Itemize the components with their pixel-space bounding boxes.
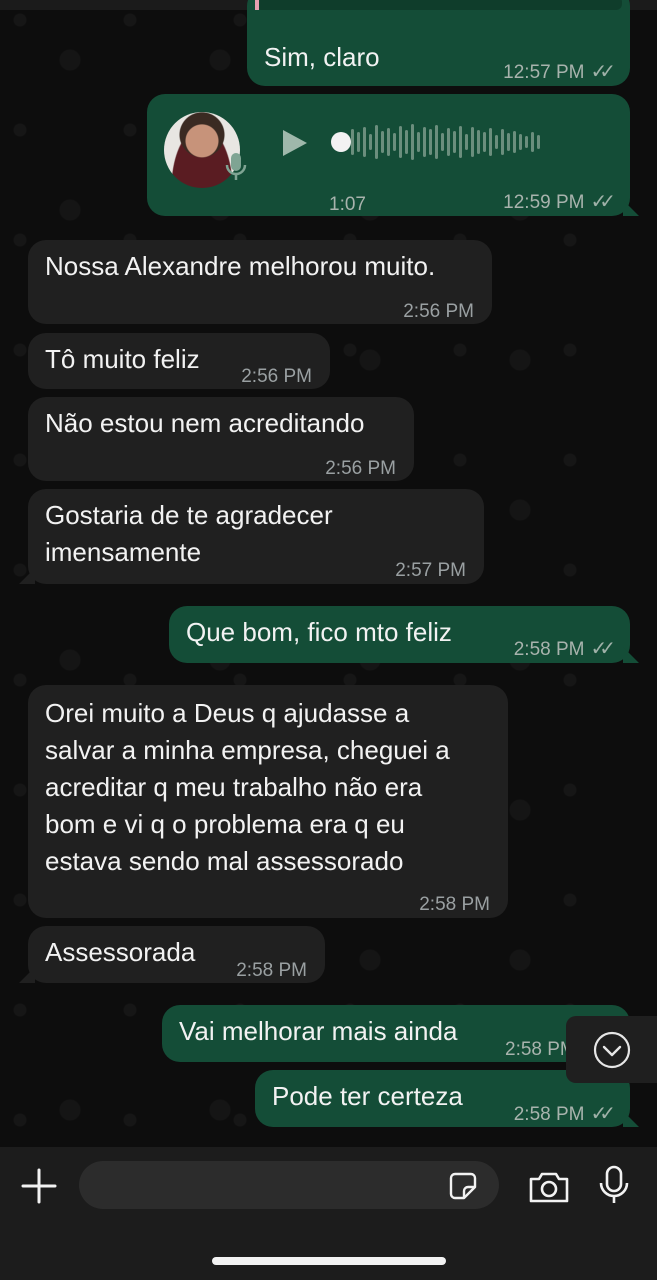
microphone-icon[interactable] [598, 1165, 630, 1210]
read-receipt-icon: ✓✓ [590, 61, 615, 83]
read-receipt-icon: ✓✓ [590, 1103, 615, 1125]
message-time: 2:56 PM [325, 458, 396, 479]
waveform-bar [531, 132, 534, 152]
playback-scrubber[interactable] [331, 132, 351, 152]
waveform-bar [459, 126, 462, 158]
message-text: Pode ter certeza [272, 1081, 463, 1111]
message-text: Orei muito a Deus q ajudasse a salvar a … [45, 698, 450, 876]
read-receipt-icon: ✓✓ [590, 638, 615, 660]
message-meta: 2:58 PM ✓✓ [513, 1096, 616, 1133]
message-incoming[interactable]: Orei muito a Deus q ajudasse a salvar a … [28, 685, 508, 918]
voice-duration: 1:07 [329, 194, 366, 215]
waveform-bar [489, 128, 492, 156]
message-text: Nossa Alexandre melhorou muito. [45, 251, 436, 281]
message-outgoing[interactable]: Sim, claro 12:57 PM ✓✓ [247, 0, 630, 86]
waveform-bar [429, 129, 432, 155]
message-input[interactable] [97, 1169, 437, 1201]
play-icon[interactable] [279, 128, 309, 168]
read-receipt-icon: ✓✓ [590, 191, 615, 213]
message-meta: 12:59 PM ✓✓ [503, 184, 616, 221]
message-time: 2:58 PM [513, 1104, 585, 1125]
message-time: 2:58 PM [513, 639, 585, 660]
waveform-bar [393, 133, 396, 151]
message-meta: 12:57 PM ✓✓ [503, 54, 616, 91]
waveform-bar [525, 136, 528, 148]
waveform-bar [447, 128, 450, 156]
waveform-bar [471, 127, 474, 157]
waveform-bar [351, 129, 354, 155]
message-text: Assessorada [45, 937, 196, 967]
waveform-bar [363, 127, 366, 157]
composer-bar [0, 1147, 657, 1280]
waveform-bar [423, 127, 426, 157]
waveform-bar [435, 125, 438, 159]
message-incoming[interactable]: Nossa Alexandre melhorou muito. 2:56 PM [28, 240, 492, 324]
microphone-badge-icon [225, 152, 247, 192]
waveform-bar [495, 135, 498, 149]
message-text: Sim, claro [264, 42, 380, 72]
waveform-bar [501, 129, 504, 155]
waveform-bar [357, 132, 360, 152]
message-incoming[interactable]: Não estou nem acreditando 2:56 PM [28, 397, 414, 481]
waveform-bar [441, 133, 444, 151]
reply-preview [255, 0, 622, 10]
message-outgoing[interactable]: Que bom, fico mto feliz 2:58 PM ✓✓ [169, 606, 639, 663]
chevron-down-icon [593, 1031, 630, 1068]
waveform-bar [537, 135, 540, 149]
camera-icon[interactable] [527, 1169, 571, 1210]
message-text: Que bom, fico mto feliz [186, 617, 452, 647]
waveform-bar [411, 124, 414, 160]
message-time: 2:58 PM [236, 960, 307, 981]
message-meta: 2:58 PM ✓✓ [513, 631, 616, 668]
message-text: Tô muito feliz [45, 344, 200, 374]
home-indicator [212, 1257, 446, 1265]
message-input-container[interactable] [79, 1161, 499, 1209]
message-text: Não estou nem acreditando [45, 408, 365, 438]
waveform-bar [369, 134, 372, 150]
waveform-bar [465, 134, 468, 150]
message-time: 2:57 PM [395, 560, 466, 581]
waveform-bar [453, 131, 456, 153]
message-incoming[interactable]: Assessorada 2:58 PM [19, 926, 325, 983]
waveform-bar [417, 132, 420, 152]
message-text: Gostaria de te agradecer imensamente [45, 500, 333, 567]
message-outgoing[interactable]: Vai melhorar mais ainda 2:58 PM [162, 1005, 630, 1062]
scroll-to-bottom-button[interactable] [566, 1016, 657, 1083]
chat-background: Sim, claro 12:57 PM ✓✓ 1:07 12:59 PM ✓✓ … [0, 0, 657, 1147]
message-time: 2:58 PM [419, 894, 490, 915]
waveform-bar [507, 133, 510, 151]
message-time: 2:56 PM [241, 366, 312, 387]
waveform[interactable] [333, 122, 540, 162]
sticker-icon[interactable] [446, 1169, 480, 1208]
waveform-bar [513, 131, 516, 153]
reply-preview-bar [255, 0, 259, 10]
message-incoming[interactable]: Gostaria de te agradecer imensamente 2:5… [19, 489, 484, 584]
waveform-bar [399, 126, 402, 158]
waveform-bar [405, 130, 408, 154]
waveform-bar [381, 131, 384, 153]
message-text: Vai melhorar mais ainda [179, 1016, 458, 1046]
waveform-bar [387, 128, 390, 156]
message-incoming[interactable]: Tô muito feliz 2:56 PM [28, 333, 330, 389]
message-time: 2:56 PM [403, 301, 474, 322]
waveform-bar [477, 130, 480, 154]
message-time: 12:57 PM [503, 62, 585, 83]
waveform-bar [375, 125, 378, 159]
waveform-bar [519, 134, 522, 150]
waveform-bar [483, 132, 486, 152]
message-time: 12:59 PM [503, 192, 585, 213]
voice-message[interactable]: 1:07 12:59 PM ✓✓ [147, 94, 639, 216]
plus-icon[interactable] [20, 1167, 58, 1210]
